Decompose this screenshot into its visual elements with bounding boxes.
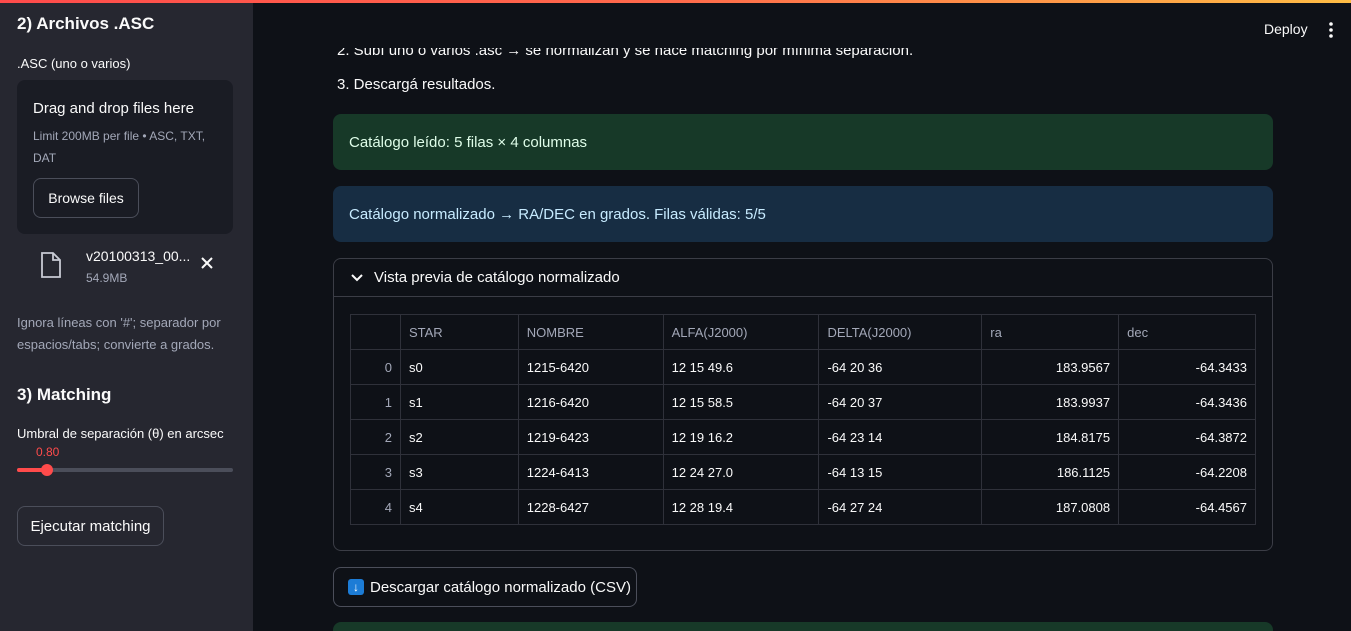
row-index: 4 <box>350 489 401 525</box>
row-index: 1 <box>350 384 401 420</box>
table-cell: s4 <box>399 489 519 525</box>
table-cell: -64 27 24 <box>818 489 983 525</box>
table-row[interactable]: 1 s1 1216-6420 12 15 58.5 -64 20 37 183.9937-… <box>350 384 1256 420</box>
table-cell: 12 19 16.2 <box>662 419 820 455</box>
uploaded-file-row: v20100313_00... 54.9MB <box>17 245 233 287</box>
table-cell: -64.2208 <box>1118 454 1256 490</box>
table-cell: -64 23 14 <box>818 419 983 455</box>
uploader-label: .ASC (uno o varios) <box>17 56 131 71</box>
section-title-matching: 3) Matching <box>17 385 112 404</box>
table-cell: -64.3433 <box>1118 349 1256 385</box>
table-body: 0 s0 1215-6420 12 15 49.6 -64 20 36 183.9567-… <box>350 349 1256 525</box>
step-2-text: 2. Subí uno o varios .asc → se normaliza… <box>337 48 914 59</box>
table-cell: 187.0808 <box>981 489 1120 525</box>
table-cell: -64.3436 <box>1118 384 1256 420</box>
column-header[interactable] <box>350 314 401 350</box>
table-cell: 1228-6427 <box>517 489 664 525</box>
table-cell: 12 15 49.6 <box>662 349 820 385</box>
table-cell: s1 <box>399 384 519 420</box>
table-cell: s2 <box>399 419 519 455</box>
slider-thumb[interactable] <box>41 464 54 476</box>
table-cell: s3 <box>399 454 519 490</box>
uploader-caption: Ignora líneas con '#'; separador por esp… <box>17 315 221 352</box>
row-index: 2 <box>350 419 401 455</box>
table-row[interactable]: 0 s0 1215-6420 12 15 49.6 -64 20 36 183.9567-… <box>350 349 1256 385</box>
download-csv-button[interactable]: ↓ Descargar catálogo normalizado (CSV) <box>333 567 637 607</box>
file-icon <box>41 252 61 278</box>
table-cell: -64.3872 <box>1118 419 1256 455</box>
table-row[interactable]: 2 s2 1219-6423 12 19 16.2 -64 23 14 184.8175-… <box>350 419 1256 455</box>
catalog-dataframe[interactable]: STAR NOMBRE ALFA(J2000) DELTA(J2000) ra dec 0… <box>350 314 1256 525</box>
table-cell: 183.9567 <box>981 349 1120 385</box>
threshold-slider[interactable] <box>17 464 233 476</box>
table-row[interactable]: 4 s4 1228-6427 12 28 19.4 -64 27 24 187.0808-… <box>350 489 1256 525</box>
table-cell: 186.1125 <box>981 454 1120 490</box>
table-cell: s0 <box>399 349 519 385</box>
table-cell: -64.4567 <box>1118 489 1256 525</box>
column-header[interactable]: ALFA(J2000) <box>662 314 820 350</box>
step-3-text: 3. Descargá resultados. <box>337 76 496 93</box>
close-icon[interactable] <box>199 255 215 271</box>
table-cell: 1215-6420 <box>517 349 664 385</box>
slider-label: Umbral de separación (θ) en arcsec <box>17 426 224 441</box>
table-header-row: STAR NOMBRE ALFA(J2000) DELTA(J2000) ra dec <box>350 314 1256 350</box>
column-header[interactable]: ra <box>981 314 1120 350</box>
file-dropzone[interactable]: Drag and drop files here Limit 200MB per… <box>17 80 233 234</box>
table-cell: 12 24 27.0 <box>662 454 820 490</box>
file-name: v20100313_00... <box>86 248 191 264</box>
chevron-down-icon <box>351 274 363 282</box>
success-alert-bottom <box>333 622 1273 631</box>
deploy-button[interactable]: Deploy <box>1264 21 1308 37</box>
download-label: Descargar catálogo normalizado (CSV) <box>370 578 631 596</box>
column-header[interactable]: DELTA(J2000) <box>818 314 983 350</box>
preview-expander: Vista previa de catálogo normalizado STA… <box>333 258 1273 551</box>
dropzone-limit-text: Limit 200MB per file • ASC, TXT, DAT <box>33 129 206 165</box>
column-header[interactable]: NOMBRE <box>517 314 664 350</box>
expander-header[interactable]: Vista previa de catálogo normalizado <box>334 259 1272 297</box>
row-index: 3 <box>350 454 401 490</box>
table-cell: 1219-6423 <box>517 419 664 455</box>
table-cell: -64 20 36 <box>818 349 983 385</box>
browse-files-button[interactable]: Browse files <box>33 178 139 218</box>
kebab-menu-icon[interactable] <box>1324 20 1338 40</box>
table-row[interactable]: 3 s3 1224-6413 12 24 27.0 -64 13 15 186.1125-… <box>350 454 1256 490</box>
slider-value: 0.80 <box>36 445 60 459</box>
sidebar: 2) Archivos .ASC .ASC (uno o varios) Dra… <box>0 0 253 631</box>
column-header[interactable]: STAR <box>399 314 519 350</box>
info-alert: Catálogo normalizado → RA/DEC en grados.… <box>333 186 1273 242</box>
section-title-archivos: 2) Archivos .ASC <box>17 14 155 33</box>
column-header[interactable]: dec <box>1118 314 1256 350</box>
table-cell: 1216-6420 <box>517 384 664 420</box>
file-size: 54.9MB <box>86 271 128 285</box>
expander-title: Vista previa de catálogo normalizado <box>374 269 620 286</box>
row-index: 0 <box>350 349 401 385</box>
table-cell: 183.9937 <box>981 384 1120 420</box>
table-cell: -64 20 37 <box>818 384 983 420</box>
table-cell: 12 28 19.4 <box>662 489 820 525</box>
success-alert: Catálogo leído: 5 filas × 4 columnas <box>333 114 1273 170</box>
run-matching-button[interactable]: Ejecutar matching <box>17 506 164 546</box>
table-cell: -64 13 15 <box>818 454 983 490</box>
table-cell: 1224-6413 <box>517 454 664 490</box>
top-decoration-bar <box>0 0 1351 3</box>
table-cell: 12 15 58.5 <box>662 384 820 420</box>
dropzone-title: Drag and drop files here <box>33 100 194 117</box>
download-arrow-icon: ↓ <box>348 579 364 595</box>
table-cell: 184.8175 <box>981 419 1120 455</box>
